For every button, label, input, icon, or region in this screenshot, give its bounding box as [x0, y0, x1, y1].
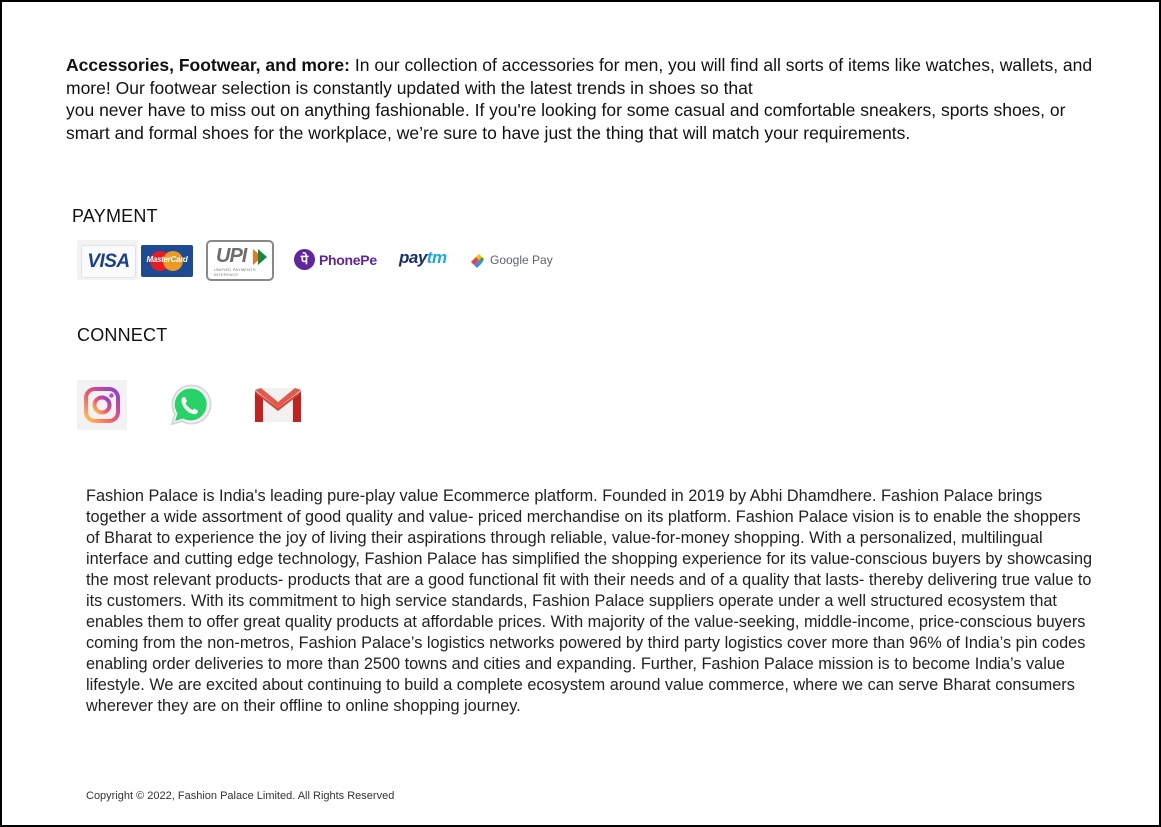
paytm-logo: paytm [399, 248, 447, 268]
phonepe-logo: पे PhonePe [294, 249, 377, 273]
upi-sublabel: UNIFIED PAYMENTS INTERFACE [214, 267, 256, 277]
phonepe-icon: पे [294, 249, 315, 270]
intro-paragraph: Accessories, Footwear, and more: In our … [66, 54, 1106, 144]
mastercard-label: MasterCard [146, 255, 188, 264]
phonepe-label: PhonePe [319, 252, 377, 268]
whatsapp-icon[interactable] [164, 382, 214, 428]
google-pay-label: Google Pay [490, 253, 553, 267]
about-paragraph: Fashion Palace is India's leading pure-p… [86, 487, 1093, 715]
upi-arrow-green [258, 249, 267, 265]
paytm-label-pay: pay [399, 248, 427, 267]
google-pay-logo: Google Pay [469, 251, 559, 271]
upi-label: UPI [216, 245, 247, 267]
payment-title: PAYMENT [72, 206, 158, 226]
gmail-icon[interactable] [253, 385, 303, 425]
upi-logo: UPI UNIFIED PAYMENTS INTERFACE [206, 240, 274, 281]
intro-text-continued: you never have to miss out on anything f… [66, 100, 1066, 143]
payment-methods: VISA MasterCard UPI UNIFIED PAYMENTS INT… [77, 240, 557, 282]
mastercard-logo: MasterCard [141, 245, 193, 277]
copyright-text: Copyright © 2022, Fashion Palace Limited… [86, 790, 395, 802]
paytm-label-tm: tm [426, 248, 447, 267]
google-pay-icon [471, 254, 484, 268]
visa-logo: VISA [77, 240, 138, 280]
visa-label: VISA [81, 245, 136, 278]
intro-lead: Accessories, Footwear, and more: [66, 55, 350, 75]
instagram-icon[interactable] [77, 380, 127, 430]
connect-title: CONNECT [77, 325, 168, 345]
